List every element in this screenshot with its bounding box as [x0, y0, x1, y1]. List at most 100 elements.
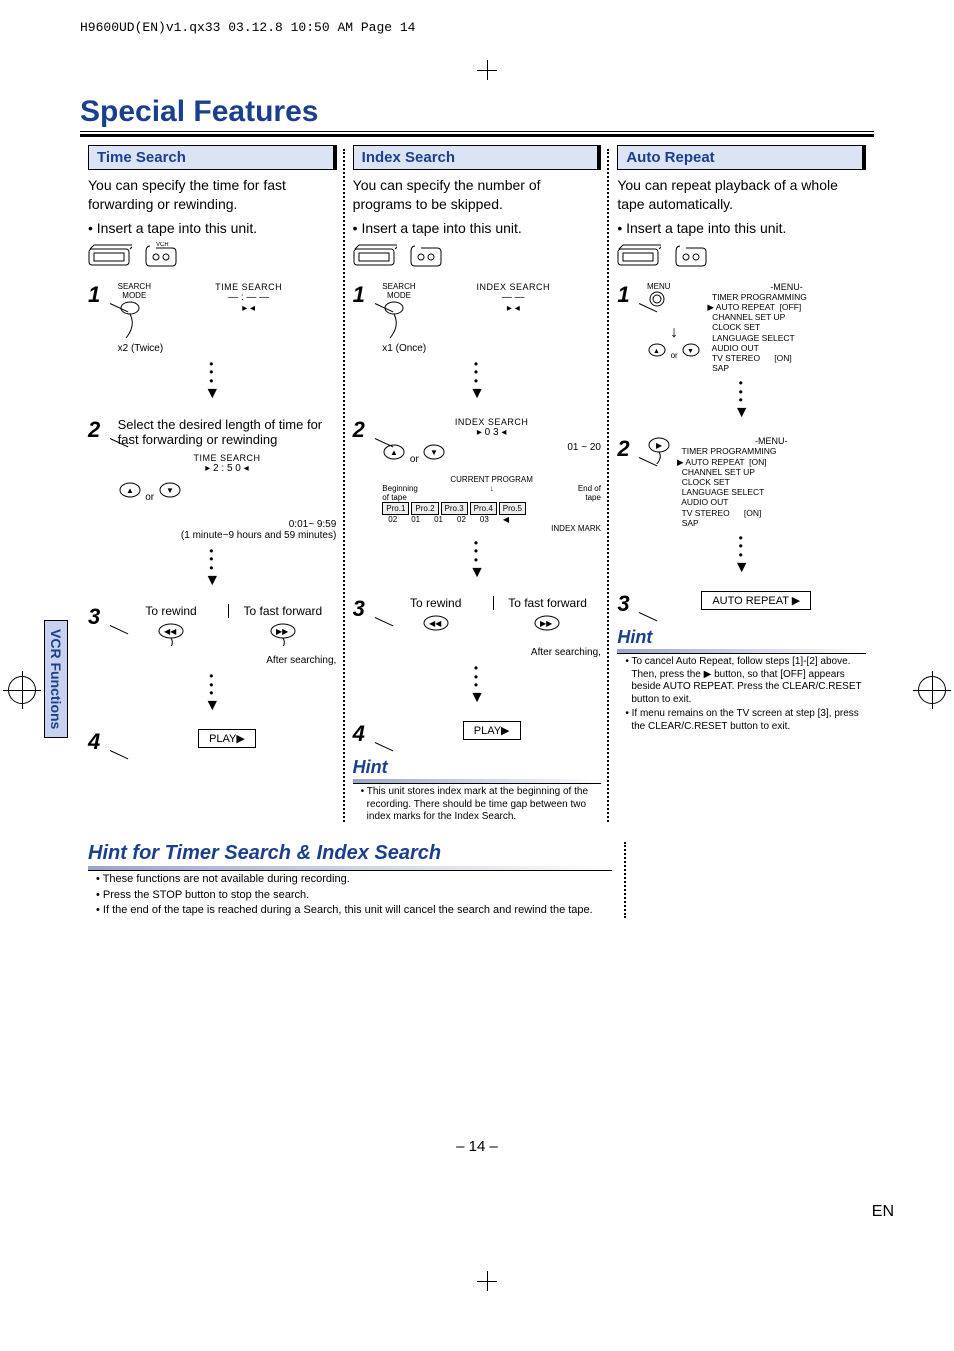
- column-index-search: Index Search You can specify the number …: [345, 145, 610, 826]
- insert-tape-text: • Insert a tape into this unit.: [353, 220, 602, 236]
- down-button-icon: ▼: [681, 342, 701, 358]
- arrow-down-icon: ↓: [647, 324, 701, 342]
- intro-text: You can specify the number of programs t…: [353, 176, 602, 214]
- svg-text:▶▶: ▶▶: [276, 627, 289, 636]
- hint-text: • These functions are not available duri…: [96, 873, 612, 887]
- down-button-icon: ▼: [422, 442, 446, 462]
- osd-cursor-icon: — —▸ ◂: [426, 292, 601, 314]
- page-header-meta: H9600UD(EN)v1.qx33 03.12.8 10:50 AM Page…: [80, 20, 914, 35]
- crop-mark-icon: [477, 1271, 497, 1291]
- svg-text:▲: ▲: [126, 486, 134, 495]
- hint-text: • Press the STOP button to stop the sear…: [96, 889, 612, 903]
- index-mark-label: INDEX MARK: [382, 524, 601, 533]
- osd-value: ▸ 2 : 5 0 ◂: [118, 463, 337, 474]
- range-text: 0:01~ 9:59: [118, 519, 337, 530]
- svg-text:▼: ▼: [430, 448, 438, 457]
- section-head-auto-repeat: Auto Repeat: [617, 145, 866, 170]
- hint-text: • This unit stores index mark at the beg…: [361, 786, 602, 824]
- play-button-box: PLAY▶: [198, 729, 256, 748]
- step-number: 1: [88, 282, 110, 308]
- to-ff-label: To fast forward: [228, 604, 336, 618]
- osd-label: INDEX SEARCH: [382, 417, 601, 427]
- play-button-box: PLAY▶: [463, 721, 521, 740]
- menu-title: -MENU-: [677, 436, 866, 446]
- or-label: or: [145, 492, 154, 503]
- arrow-down-icon: ↓: [490, 484, 494, 502]
- step-number: 3: [88, 604, 110, 630]
- svg-text:▲: ▲: [390, 448, 398, 457]
- section-head-index-search: Index Search: [353, 145, 602, 170]
- up-button-icon: ▲: [382, 442, 406, 462]
- menu-button-icon: [647, 291, 671, 321]
- osd-cursor-icon: — : — —▸ ◂: [161, 292, 336, 314]
- page-title: Special Features: [80, 95, 874, 137]
- tape-vcr-icons: [617, 242, 866, 268]
- to-ff-label: To fast forward: [493, 596, 601, 610]
- svg-text:VCR: VCR: [156, 242, 169, 248]
- step-text: Select the desired length of time for fa…: [118, 417, 337, 447]
- range-text: 01 ~ 20: [567, 442, 601, 453]
- press-count: x1 (Once): [382, 343, 601, 354]
- step-number: 3: [353, 596, 375, 622]
- tape-vcr-icons: [353, 242, 602, 268]
- insert-tape-text: • Insert a tape into this unit.: [88, 220, 337, 236]
- svg-text:◀◀: ◀◀: [429, 619, 442, 628]
- hint-text: • To cancel Auto Repeat, follow steps [1…: [625, 656, 866, 706]
- after-searching-label: After searching,: [382, 647, 601, 658]
- down-button-icon: ▼: [158, 480, 182, 500]
- page-number: – 14 –: [80, 1138, 874, 1155]
- program-row: Pro.1 Pro.2 Pro.3 Pro.4 Pro.5: [382, 502, 601, 515]
- crop-mark-icon: [477, 60, 497, 80]
- auto-repeat-box: AUTO REPEAT ▶: [701, 591, 811, 610]
- intro-text: You can specify the time for fast forwar…: [88, 176, 337, 214]
- svg-text:▶: ▶: [656, 441, 663, 450]
- to-rewind-label: To rewind: [382, 596, 489, 610]
- svg-text:◀◀: ◀◀: [164, 627, 177, 636]
- flow-arrow-icon: •••▼: [617, 379, 866, 422]
- step-number: 4: [353, 721, 375, 747]
- language-label: EN: [872, 1203, 894, 1221]
- menu-list: TIMER PROGRAMMING ▶ AUTO REPEAT [ON] CHA…: [677, 446, 866, 528]
- end-label: End of tape: [561, 484, 601, 502]
- crop-mark-icon: [8, 676, 36, 704]
- hint-heading: Hint for Timer Search & Index Search: [88, 842, 612, 871]
- flow-arrow-icon: •••▼: [617, 534, 866, 577]
- step-number: 2: [88, 417, 110, 443]
- range-note: (1 minute~9 hours and 59 minutes): [118, 530, 337, 541]
- hint-text: • If the end of the tape is reached duri…: [96, 904, 612, 918]
- insert-tape-text: • Insert a tape into this unit.: [617, 220, 866, 236]
- to-rewind-label: To rewind: [118, 604, 225, 618]
- ff-button-icon: ▶▶: [269, 622, 297, 646]
- hint-heading: Hint: [353, 757, 602, 784]
- side-tab-vcr-functions: VCR Functions: [44, 620, 68, 738]
- flow-arrow-icon: •••▼: [88, 360, 337, 403]
- menu-button-label: MENU: [647, 282, 701, 291]
- beginning-label: Beginning of tape: [382, 484, 422, 502]
- column-time-search: Time Search You can specify the time for…: [80, 145, 345, 826]
- hint-text: • If menu remains on the TV screen at st…: [625, 708, 866, 733]
- section-head-time-search: Time Search: [88, 145, 337, 170]
- ff-button-icon: ▶▶: [533, 614, 561, 638]
- svg-text:▲: ▲: [653, 348, 660, 355]
- flow-arrow-icon: •••▼: [88, 547, 337, 590]
- button-label: SEARCH MODE: [382, 282, 415, 300]
- remote-button-icon: [382, 300, 412, 340]
- svg-text:▼: ▼: [687, 348, 694, 355]
- intro-text: You can repeat playback of a whole tape …: [617, 176, 866, 214]
- osd-label: INDEX SEARCH: [426, 282, 601, 292]
- step-number: 2: [353, 417, 375, 443]
- step-number: 2: [617, 436, 639, 462]
- footer-hint: Hint for Timer Search & Index Search • T…: [88, 842, 626, 918]
- current-program-label: CURRENT PROGRAM: [382, 475, 601, 484]
- rewind-button-icon: ◀◀: [157, 622, 185, 646]
- hint-heading: Hint: [617, 627, 866, 654]
- flow-arrow-icon: •••▼: [353, 539, 602, 582]
- step-number: 3: [617, 591, 639, 617]
- step-number: 1: [617, 282, 639, 308]
- crop-mark-icon: [918, 676, 946, 704]
- step-number: 1: [353, 282, 375, 308]
- remote-button-icon: [118, 300, 148, 340]
- menu-list: TIMER PROGRAMMING ▶ AUTO REPEAT [OFF] CH…: [707, 292, 865, 374]
- osd-label: TIME SEARCH: [118, 453, 337, 463]
- up-button-icon: ▲: [118, 480, 142, 500]
